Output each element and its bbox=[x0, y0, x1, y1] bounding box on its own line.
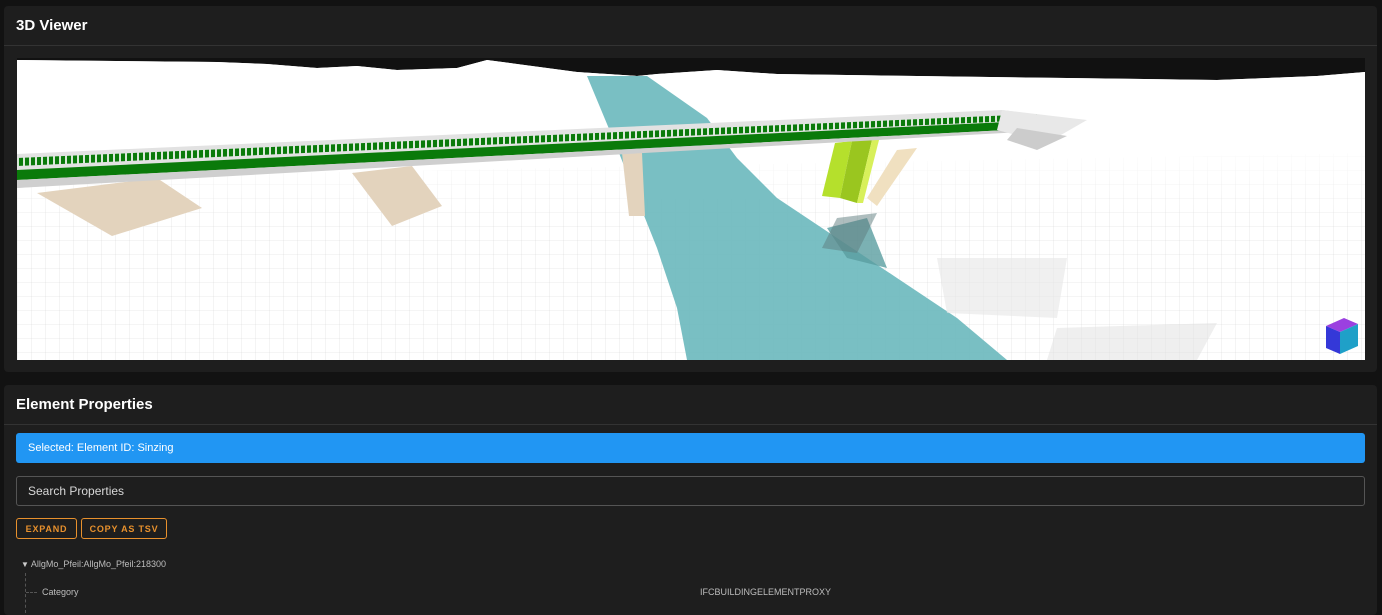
property-value: IFCBUILDINGELEMENTPROXY bbox=[700, 587, 832, 597]
expand-button[interactable]: EXPAND bbox=[16, 518, 77, 539]
viewer-panel: 3D Viewer bbox=[4, 6, 1377, 372]
3d-viewport[interactable] bbox=[17, 58, 1365, 360]
properties-panel: Element Properties Selected: Element ID:… bbox=[4, 385, 1377, 615]
copy-as-tsv-button[interactable]: COPY AS TSV bbox=[81, 518, 167, 539]
tree-connector bbox=[25, 573, 26, 613]
tree-branch bbox=[26, 592, 37, 593]
property-key: Category bbox=[42, 587, 79, 597]
tree-root-node[interactable]: ▼ AllgMo_Pfeil:AllgMo_Pfeil:218300 bbox=[21, 559, 166, 569]
caret-down-icon[interactable]: ▼ bbox=[21, 560, 29, 569]
viewer-title: 3D Viewer bbox=[4, 6, 1377, 46]
selected-element-banner: Selected: Element ID: Sinzing bbox=[16, 433, 1365, 463]
view-cube-icon[interactable] bbox=[1324, 316, 1360, 356]
tree-root-label: AllgMo_Pfeil:AllgMo_Pfeil:218300 bbox=[30, 559, 167, 569]
properties-title: Element Properties bbox=[4, 385, 1377, 425]
search-properties-input[interactable] bbox=[16, 476, 1365, 506]
